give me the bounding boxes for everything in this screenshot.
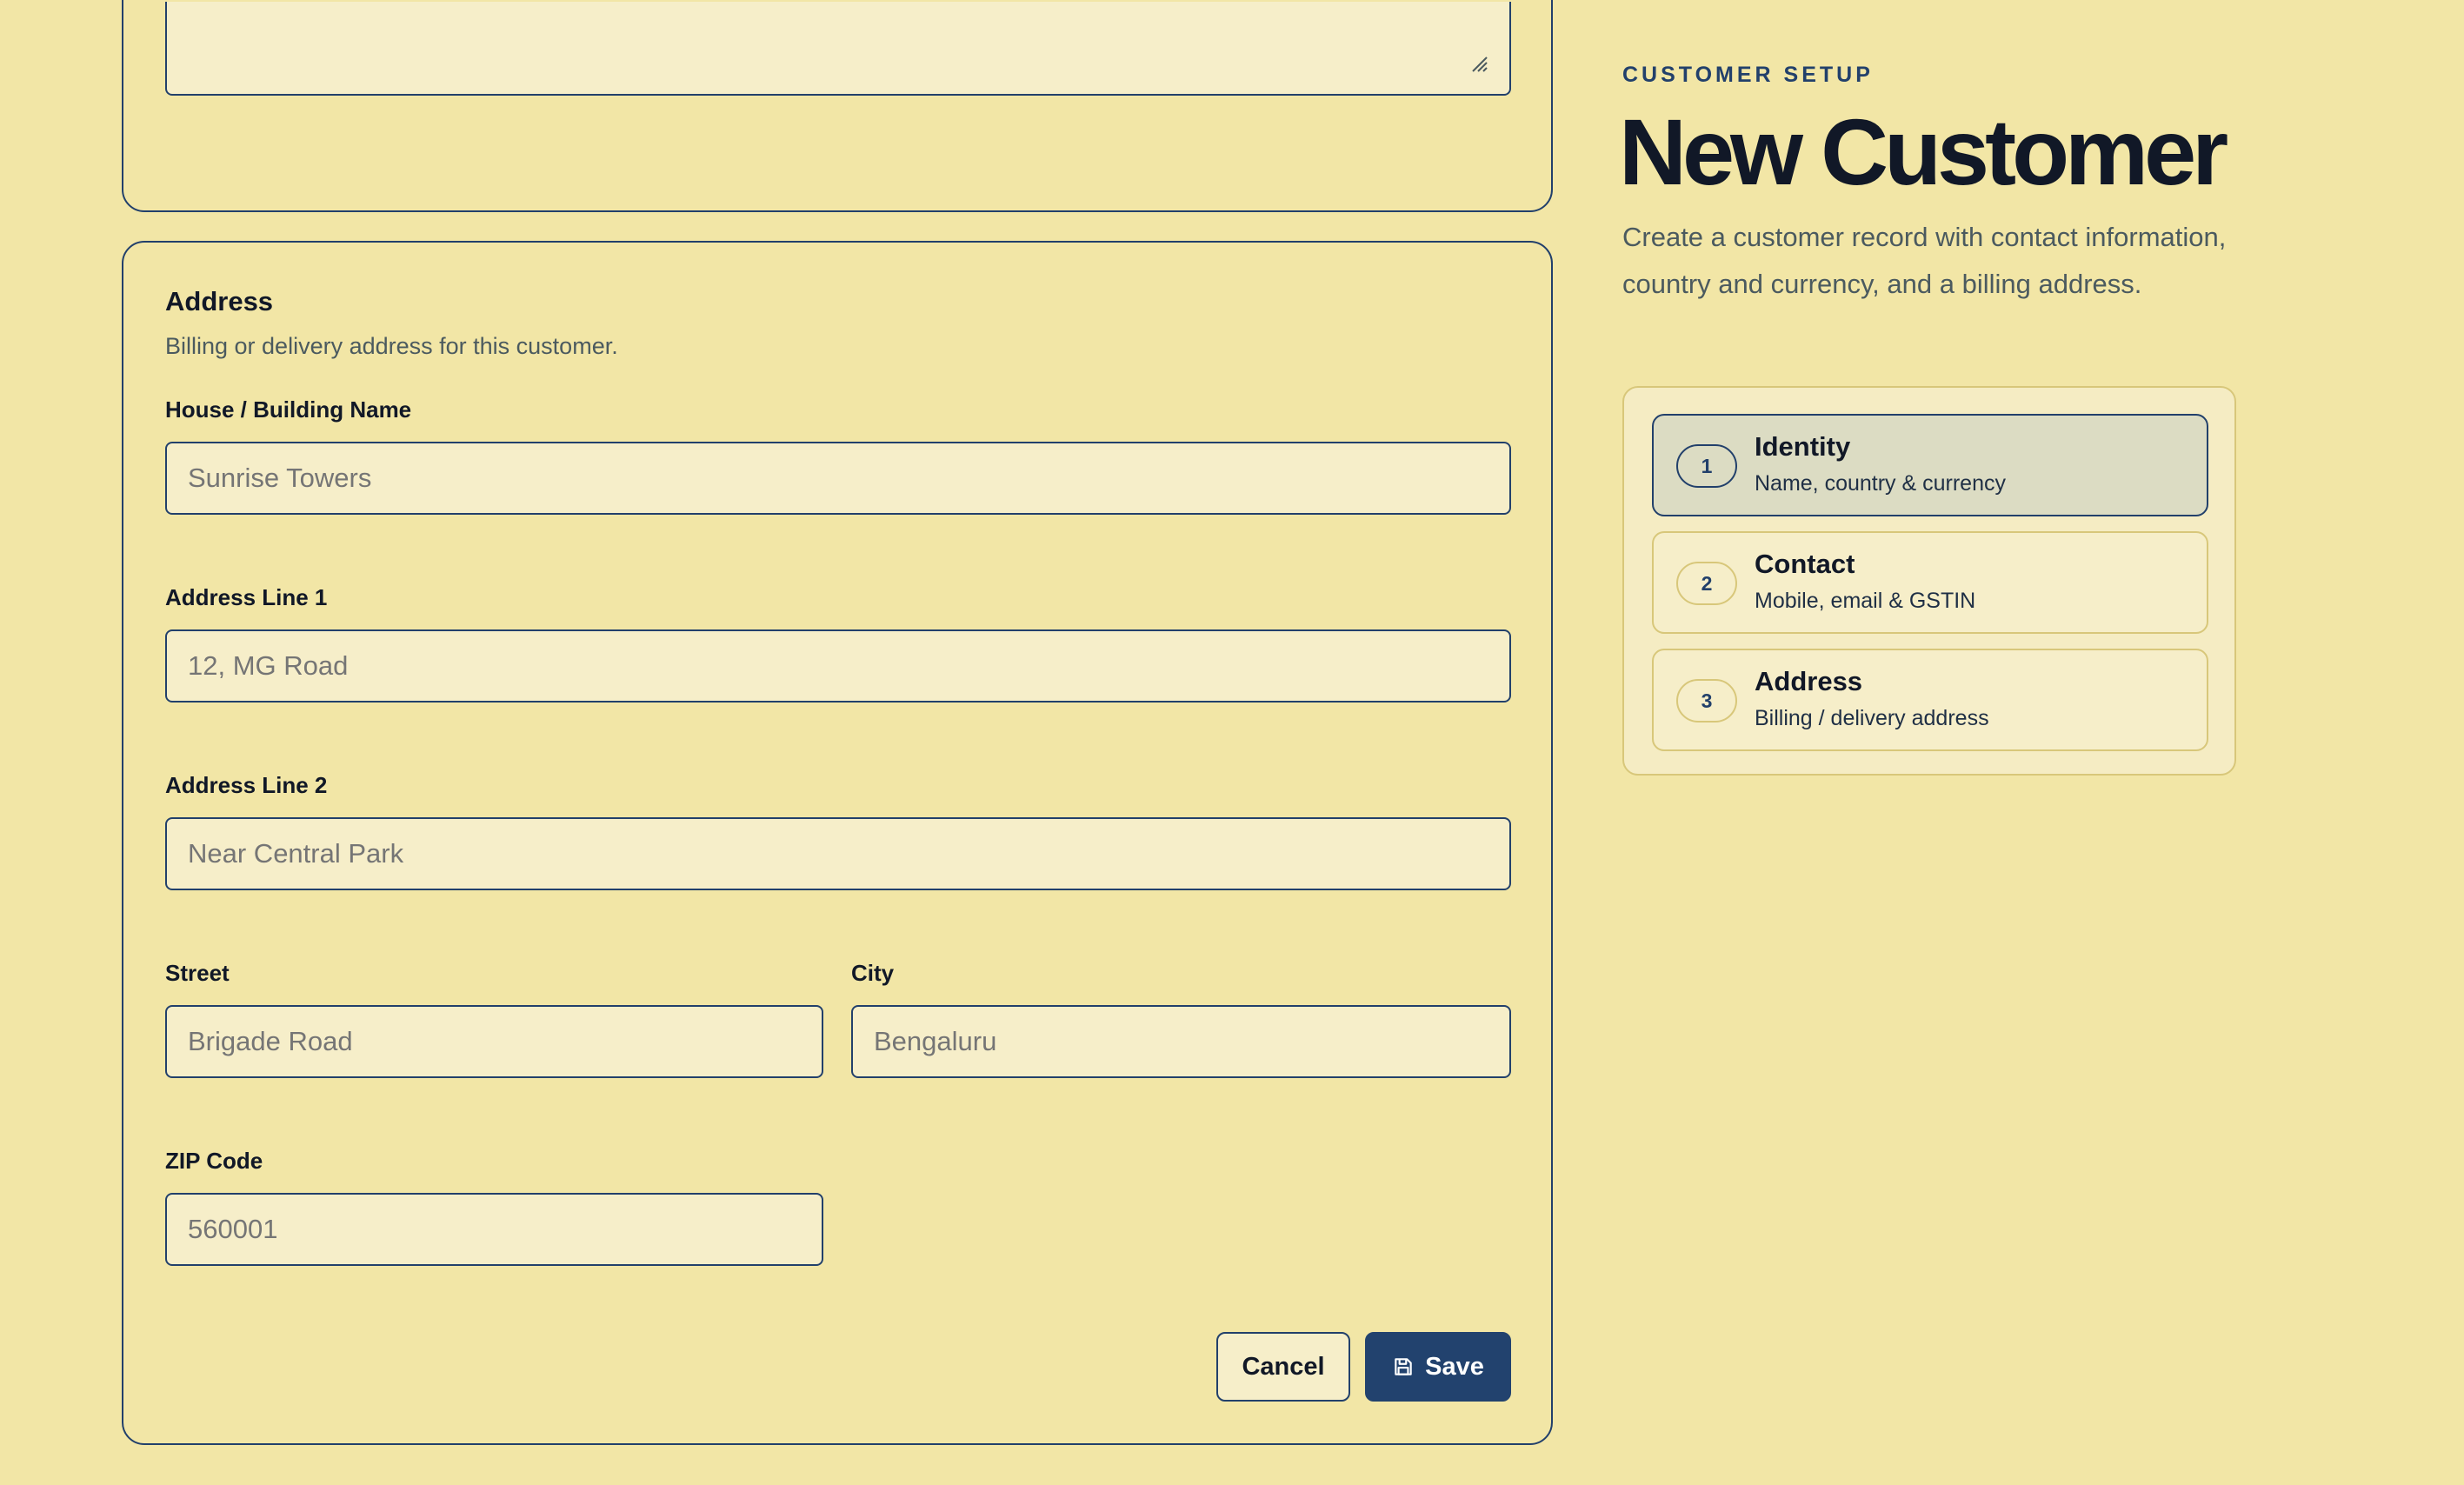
- step-contact[interactable]: 2 Contact Mobile, email & GSTIN: [1652, 531, 2208, 634]
- step-number: 1: [1676, 444, 1737, 488]
- step-title: Contact: [1755, 549, 1855, 579]
- step-number: 2: [1676, 562, 1737, 605]
- step-subtitle: Name, country & currency: [1755, 471, 2006, 496]
- page: Address Billing or delivery address for …: [0, 0, 2464, 1485]
- step-title: Identity: [1755, 431, 1851, 462]
- page-title: New Customer: [1619, 99, 2228, 204]
- address-section-title: Address: [165, 286, 274, 316]
- house-input[interactable]: [165, 442, 1511, 515]
- zip-label: ZIP Code: [165, 1148, 263, 1174]
- street-field: Street: [165, 960, 823, 1078]
- floppy-disk-icon: [1395, 1358, 1412, 1375]
- page-eyebrow: CUSTOMER SETUP: [1622, 63, 1874, 87]
- page-subtitle: Create a customer record with contact in…: [1622, 222, 2227, 299]
- address-section-description: Billing or delivery address for this cus…: [165, 333, 618, 359]
- steps-panel: 1 Identity Name, country & currency 2 Co…: [1622, 386, 2236, 776]
- cancel-button[interactable]: Cancel: [1216, 1332, 1350, 1402]
- notes-textarea[interactable]: [165, 2, 1511, 96]
- address-line1-field: Address Line 1: [165, 584, 1511, 703]
- zip-input[interactable]: [165, 1193, 823, 1266]
- address-line1-label: Address Line 1: [165, 584, 328, 610]
- address-line2-input[interactable]: [165, 817, 1511, 890]
- house-field: House / Building Name: [165, 396, 1511, 515]
- cancel-button-label: Cancel: [1242, 1352, 1325, 1381]
- address-card: Address Billing or delivery address for …: [122, 241, 1553, 1445]
- address-line2-label: Address Line 2: [165, 772, 328, 798]
- step-address[interactable]: 3 Address Billing / delivery address: [1652, 649, 2208, 751]
- street-label: Street: [165, 960, 230, 986]
- city-field: City: [851, 960, 1511, 1078]
- city-input[interactable]: [851, 1005, 1511, 1078]
- save-button[interactable]: Save: [1365, 1332, 1511, 1402]
- address-line2-field: Address Line 2: [165, 772, 1511, 890]
- step-subtitle: Mobile, email & GSTIN: [1755, 589, 1976, 613]
- house-label: House / Building Name: [165, 396, 412, 423]
- step-subtitle: Billing / delivery address: [1755, 706, 1989, 730]
- address-line1-input[interactable]: [165, 629, 1511, 703]
- step-title: Address: [1755, 666, 1863, 696]
- save-button-label: Save: [1425, 1352, 1484, 1381]
- zip-field: ZIP Code: [165, 1148, 823, 1266]
- step-number: 3: [1676, 679, 1737, 723]
- street-input[interactable]: [165, 1005, 823, 1078]
- city-label: City: [851, 960, 895, 986]
- notes-card: [122, 0, 1553, 212]
- step-identity[interactable]: 1 Identity Name, country & currency: [1652, 414, 2208, 516]
- resize-grip-icon[interactable]: [1468, 52, 1488, 73]
